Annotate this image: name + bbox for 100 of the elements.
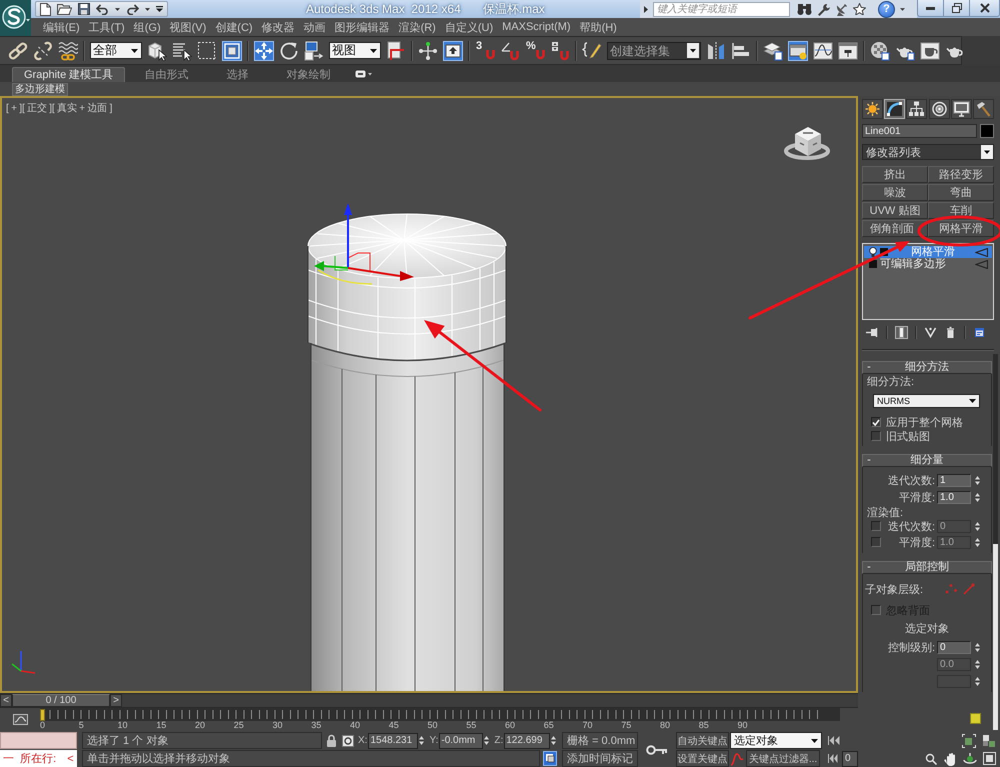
target-icon[interactable] [928, 99, 950, 119]
vertex-dots-icon[interactable] [945, 583, 957, 595]
dashed-rectangle-icon[interactable] [197, 40, 217, 60]
stack-item[interactable]: 网格平滑 [864, 246, 992, 258]
open-folder-icon[interactable] [57, 3, 72, 15]
new-file-icon[interactable] [40, 2, 51, 16]
caret-icon[interactable] [131, 48, 138, 52]
nested-squares-icon[interactable] [222, 40, 242, 60]
object-name-field[interactable]: Line001 [862, 124, 977, 138]
close-button[interactable] [970, 0, 1000, 17]
move-icon[interactable] [254, 40, 274, 60]
redo-icon[interactable] [126, 4, 139, 14]
menu-item[interactable]: 工具(T) [88, 20, 125, 34]
spinner-icon[interactable] [974, 490, 981, 504]
dropdown[interactable]: 视图 [329, 42, 381, 59]
caret-icon[interactable] [969, 399, 976, 403]
window-bulb-icon[interactable] [788, 40, 808, 60]
number-field[interactable]: 0 [937, 640, 971, 654]
scrollbar-thumb[interactable] [993, 544, 998, 730]
caret-icon[interactable] [687, 43, 699, 58]
add-time-tag-button[interactable]: 添加时间标记 [562, 750, 638, 767]
number-field[interactable]: 1.0 [937, 490, 971, 504]
modifier-button[interactable]: 弯曲 [928, 184, 994, 201]
next-frame-button[interactable]: > [110, 694, 122, 707]
caret-icon[interactable] [145, 8, 150, 10]
spinner-icon[interactable] [974, 640, 981, 654]
brace-pencil-icon[interactable] [582, 40, 602, 60]
time-tag-icon[interactable] [543, 751, 557, 766]
swatch-icon[interactable] [970, 713, 981, 724]
menu-item[interactable]: 编辑(E) [43, 20, 80, 34]
modifier-list-dropdown[interactable]: 修改器列表 [862, 144, 994, 160]
checkbox[interactable] [871, 431, 881, 441]
panel-options-icon[interactable] [355, 70, 372, 78]
lightbulb-icon[interactable] [869, 247, 877, 257]
coordinate-field[interactable]: 122.699 [504, 732, 550, 748]
modifier-button[interactable]: 挤出 [862, 166, 928, 183]
modifier-button[interactable]: 网格平滑 [928, 220, 994, 237]
ribbon-tab[interactable]: Graphite 建模工具 [12, 67, 126, 82]
hand-icon[interactable] [943, 752, 957, 766]
modifier-button[interactable]: UVW 贴图 [862, 202, 928, 219]
trash-icon[interactable] [944, 326, 957, 339]
angle-magnet-icon[interactable] [500, 40, 520, 60]
zoom-extents-icon[interactable] [962, 734, 976, 748]
caret-icon[interactable] [981, 145, 993, 159]
spinner-icon[interactable] [974, 520, 981, 532]
sunburst-icon[interactable] [862, 99, 883, 119]
rotate-icon[interactable] [279, 40, 299, 60]
chain-link-icon[interactable] [8, 40, 28, 60]
rollout-header[interactable]: - 细分方法 [862, 361, 992, 374]
maximize-icon[interactable] [983, 752, 996, 765]
binoculars-icon[interactable] [797, 3, 812, 15]
bar-icon[interactable] [895, 326, 908, 339]
caret-icon[interactable] [156, 6, 163, 12]
undo-icon[interactable] [96, 4, 109, 14]
dropdown[interactable]: 全部 [90, 42, 142, 59]
menu-item[interactable]: 自定义(U) [444, 20, 494, 34]
hammer-icon[interactable] [972, 99, 994, 119]
key-filters-button[interactable]: 关键点过滤器... [746, 750, 820, 767]
expand-arrow-icon[interactable] [644, 6, 648, 12]
menu-item[interactable]: MAXScript(M) [502, 21, 571, 33]
menu-item[interactable]: 修改器 [262, 20, 295, 34]
spinner-icon[interactable] [974, 536, 981, 548]
wrench-icon[interactable] [817, 2, 830, 16]
key-icon[interactable] [646, 744, 668, 754]
caret-icon[interactable] [811, 738, 818, 742]
cube-cursor-icon[interactable] [147, 40, 167, 60]
menu-item[interactable]: 组(G) [134, 20, 161, 34]
skip-to-start-icon[interactable] [828, 754, 838, 763]
coordinate-field[interactable]: 1548.231 [368, 732, 418, 748]
magnify-icon[interactable] [925, 752, 937, 764]
scroll-arrow-button[interactable]: < [64, 750, 77, 767]
modifier-stack[interactable]: 网格平滑 可编辑多边形 [862, 243, 994, 320]
spinner-icon[interactable] [974, 674, 981, 688]
rollout-header[interactable]: - 细分量 [862, 454, 992, 467]
ribbon-tab[interactable]: 选择 [207, 67, 268, 82]
list-cursor-icon[interactable] [172, 40, 192, 60]
checker-sphere-icon[interactable] [870, 40, 890, 60]
set-key-button[interactable]: 设置关键点 [676, 750, 729, 767]
curve-icon[interactable] [884, 99, 906, 119]
modifier-button[interactable]: 噪波 [862, 184, 928, 201]
fork-icon[interactable] [924, 326, 937, 339]
menu-item[interactable]: 帮助(H) [580, 20, 617, 34]
caret-icon[interactable] [900, 8, 905, 10]
caret-icon[interactable] [115, 8, 120, 10]
viewport-label[interactable]: [ + ][ 正交 ][ 真实 + 边面 ] [6, 101, 112, 115]
caret-icon[interactable] [370, 48, 377, 52]
spinner-magnet-icon[interactable] [550, 40, 570, 60]
menu-item[interactable]: 视图(V) [170, 20, 206, 34]
crosshair-dots-icon[interactable] [418, 40, 438, 60]
view-cube[interactable] [784, 127, 830, 160]
menu-item[interactable]: 渲染(R) [398, 20, 436, 34]
scale-icon[interactable] [304, 40, 324, 60]
percent-snap-button[interactable]: % [525, 40, 545, 60]
satellite-dish-icon[interactable] [835, 2, 848, 16]
minimize-button[interactable] [917, 0, 944, 17]
selection-set-field[interactable]: 创建选择集 [607, 42, 701, 60]
pivot-icon[interactable] [386, 40, 406, 60]
script-input-field[interactable]: 一 所在行: [0, 750, 64, 767]
search-field[interactable]: 键入关键字或短语 [653, 2, 790, 16]
wave-chain-icon[interactable] [58, 40, 78, 60]
